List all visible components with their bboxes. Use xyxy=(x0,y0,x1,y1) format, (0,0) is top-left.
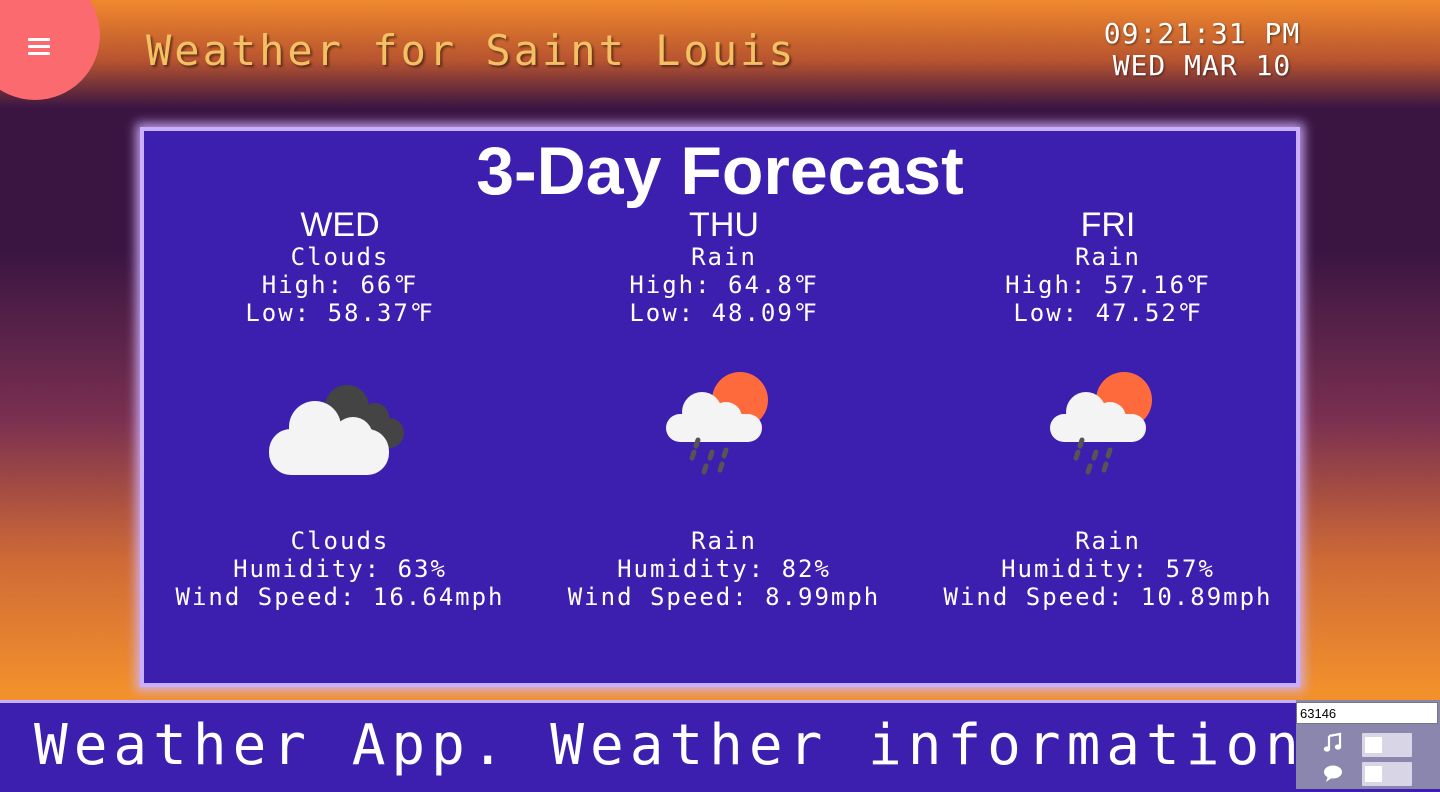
speech-bubble-icon xyxy=(1324,765,1342,782)
forecast-panel: 3-Day Forecast WED Clouds High: 66℉ Low:… xyxy=(140,127,1300,687)
forecast-title: 3-Day Forecast xyxy=(476,133,964,209)
rain-sun-icon xyxy=(532,327,916,527)
day-name: THU xyxy=(689,206,759,244)
day-low: Low: 47.52℉ xyxy=(1013,299,1203,327)
day-humidity: Humidity: 57% xyxy=(1001,555,1215,583)
ticker-text: Weather App. Weather information is o xyxy=(34,713,1440,778)
clock: 09:21:31 PM WED MAR 10 xyxy=(1100,18,1304,82)
news-ticker: Weather App. Weather information is o xyxy=(0,700,1440,792)
forecast-day-card: WED Clouds High: 66℉ Low: 58.37℉ Clouds … xyxy=(148,207,532,611)
forecast-day-card: THU Rain High: 64.8℉ Low: 48.09℉ Rain Hu… xyxy=(532,207,916,611)
day-condition-detail: Rain xyxy=(691,527,757,555)
day-low: Low: 58.37℉ xyxy=(245,299,435,327)
clock-date: WED MAR 10 xyxy=(1112,49,1292,82)
day-condition-detail: Clouds xyxy=(290,527,390,555)
day-humidity: Humidity: 63% xyxy=(233,555,447,583)
page-title: Weather for Saint Louis xyxy=(146,26,797,75)
day-high: High: 57.16℉ xyxy=(1005,271,1211,299)
rain-sun-icon xyxy=(916,327,1300,527)
zip-code-input[interactable] xyxy=(1296,702,1438,724)
day-low: Low: 48.09℉ xyxy=(629,299,819,327)
day-name: FRI xyxy=(1080,206,1136,244)
controls-panel xyxy=(1296,700,1440,789)
toggle-knob xyxy=(1365,737,1382,753)
day-high: High: 64.8℉ xyxy=(629,271,819,299)
toggle-knob xyxy=(1365,766,1382,782)
cloudy-icon xyxy=(148,327,532,527)
hamburger-menu-icon xyxy=(28,38,50,59)
music-note-icon xyxy=(1323,732,1342,752)
day-wind: Wind Speed: 16.64mph xyxy=(175,583,505,611)
forecast-day-card: FRI Rain High: 57.16℉ Low: 47.52℉ Rain H… xyxy=(916,207,1300,611)
day-condition: Rain xyxy=(691,243,757,271)
day-condition: Clouds xyxy=(290,243,390,271)
day-condition: Rain xyxy=(1075,243,1141,271)
menu-button[interactable] xyxy=(0,0,100,100)
clock-time: 09:21:31 PM xyxy=(1103,17,1301,50)
day-condition-detail: Rain xyxy=(1075,527,1141,555)
music-toggle[interactable] xyxy=(1362,733,1412,757)
day-name: WED xyxy=(300,206,380,244)
day-high: High: 66℉ xyxy=(261,271,419,299)
day-wind: Wind Speed: 10.89mph xyxy=(943,583,1273,611)
day-humidity: Humidity: 82% xyxy=(617,555,831,583)
speech-toggle[interactable] xyxy=(1362,762,1412,786)
day-wind: Wind Speed: 8.99mph xyxy=(567,583,881,611)
